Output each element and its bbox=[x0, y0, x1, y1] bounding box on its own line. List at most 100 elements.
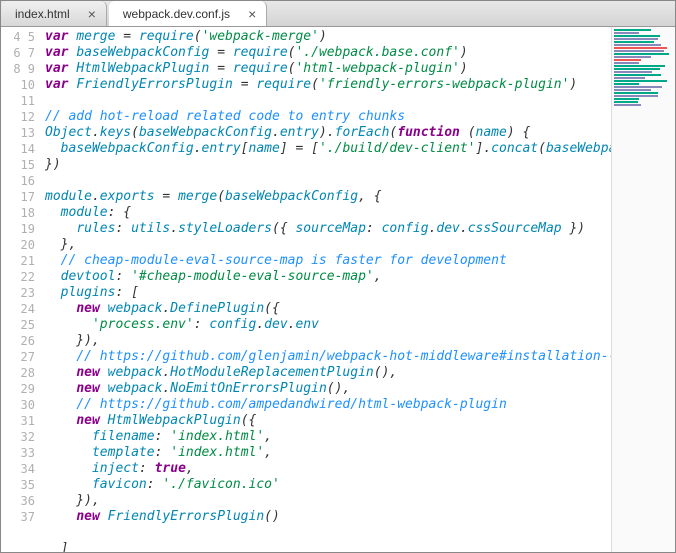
code-line[interactable]: }, bbox=[45, 237, 611, 253]
token-plain bbox=[45, 269, 61, 284]
token-plain bbox=[45, 253, 61, 268]
minimap-line bbox=[614, 50, 664, 52]
token-kw: var bbox=[45, 77, 76, 92]
code-line[interactable]: }), bbox=[45, 333, 611, 349]
code-line[interactable]: devtool: '#cheap-module-eval-source-map'… bbox=[45, 269, 611, 285]
code-line[interactable]: plugins: [ bbox=[45, 285, 611, 301]
tab-webpack-dev-conf-js[interactable]: webpack.dev.conf.js× bbox=[109, 1, 267, 26]
token-fn: entry bbox=[202, 141, 241, 156]
code-line[interactable]: // add hot-reload related code to entry … bbox=[45, 109, 611, 125]
code-line[interactable]: favicon: './favicon.ico' bbox=[45, 477, 611, 493]
minimap-line bbox=[614, 68, 660, 70]
code-line[interactable]: var FriendlyErrorsPlugin = require('frie… bbox=[45, 77, 611, 93]
code-line[interactable]: var HtmlWebpackPlugin = require('html-we… bbox=[45, 61, 611, 77]
token-p: : bbox=[115, 221, 131, 236]
code-line[interactable]: ] bbox=[45, 541, 611, 552]
code-line[interactable] bbox=[45, 173, 611, 189]
code-line[interactable]: }), bbox=[45, 493, 611, 509]
token-p: : { bbox=[108, 205, 131, 220]
tab-index-html[interactable]: index.html × bbox=[1, 1, 107, 26]
token-plain bbox=[45, 365, 76, 380]
minimap-line bbox=[614, 62, 639, 64]
code-line[interactable]: module.exports = merge(baseWebpackConfig… bbox=[45, 189, 611, 205]
token-p: ({ bbox=[241, 413, 257, 428]
code-line[interactable]: baseWebpackConfig.entry[name] = ['./buil… bbox=[45, 141, 611, 157]
token-fn: module bbox=[45, 189, 92, 204]
token-fn: inject bbox=[92, 461, 139, 476]
code-line[interactable]: var baseWebpackConfig = require('./webpa… bbox=[45, 45, 611, 61]
code-line[interactable]: filename: 'index.html', bbox=[45, 429, 611, 445]
minimap-line bbox=[614, 56, 651, 58]
token-p: . bbox=[194, 141, 202, 156]
token-fn: baseWebpackConfig bbox=[76, 45, 217, 60]
token-kw: var bbox=[45, 29, 76, 44]
token-p: }), bbox=[45, 493, 100, 508]
close-icon[interactable]: × bbox=[88, 7, 96, 21]
token-p: }), bbox=[45, 333, 100, 348]
close-icon[interactable]: × bbox=[248, 7, 256, 21]
token-fn: HtmlWebpackPlugin bbox=[76, 61, 217, 76]
token-p: ) bbox=[319, 29, 327, 44]
token-p: . bbox=[170, 221, 178, 236]
minimap-line bbox=[614, 95, 658, 97]
token-str: 'webpack-merge' bbox=[202, 29, 319, 44]
token-p: : bbox=[194, 317, 210, 332]
token-fn: webpack bbox=[108, 365, 163, 380]
token-bool: true bbox=[155, 461, 186, 476]
minimap-line bbox=[614, 89, 651, 91]
token-fn: rules bbox=[76, 221, 115, 236]
code-line[interactable]: new webpack.NoEmitOnErrorsPlugin(), bbox=[45, 381, 611, 397]
code-line[interactable]: inject: true, bbox=[45, 461, 611, 477]
token-p: , bbox=[264, 429, 272, 444]
code-line[interactable]: // https://github.com/glenjamin/webpack-… bbox=[45, 349, 611, 365]
token-p: ). bbox=[319, 125, 335, 140]
code-line[interactable]: template: 'index.html', bbox=[45, 445, 611, 461]
token-p: . bbox=[256, 317, 264, 332]
code-line[interactable]: var merge = require('webpack-merge') bbox=[45, 29, 611, 45]
token-fn: forEach bbox=[335, 125, 390, 140]
token-plain bbox=[45, 317, 92, 332]
token-fn: baseWebpackConfig bbox=[139, 125, 272, 140]
minimap-line bbox=[614, 83, 639, 85]
token-fn: exports bbox=[100, 189, 163, 204]
code-line[interactable] bbox=[45, 93, 611, 109]
minimap[interactable] bbox=[611, 27, 675, 552]
token-fn: HtmlWebpackPlugin bbox=[108, 413, 241, 428]
token-fn: merge bbox=[76, 29, 123, 44]
token-p: ( bbox=[131, 125, 139, 140]
code-line[interactable]: module: { bbox=[45, 205, 611, 221]
minimap-line bbox=[614, 53, 669, 55]
token-kw: new bbox=[76, 509, 107, 524]
token-fn: baseWebpackConfi bbox=[546, 141, 611, 156]
code-line[interactable]: Object.keys(baseWebpackConfig.entry).for… bbox=[45, 125, 611, 141]
token-p: : bbox=[155, 445, 171, 460]
token-str: 'index.html' bbox=[170, 445, 264, 460]
token-p: : [ bbox=[115, 285, 138, 300]
code-line[interactable]: }) bbox=[45, 157, 611, 173]
minimap-line bbox=[614, 29, 651, 31]
token-fn: entry bbox=[280, 125, 319, 140]
code-line[interactable]: new webpack.DefinePlugin({ bbox=[45, 301, 611, 317]
token-fn: module bbox=[61, 205, 108, 220]
code-line[interactable]: // cheap-module-eval-source-map is faste… bbox=[45, 253, 611, 269]
code-area[interactable]: var merge = require('webpack-merge')var … bbox=[43, 27, 611, 552]
code-line[interactable]: new HtmlWebpackPlugin({ bbox=[45, 413, 611, 429]
token-str: './webpack.base.conf' bbox=[295, 45, 459, 60]
token-fn: require bbox=[233, 61, 288, 76]
token-str: './favicon.ico' bbox=[162, 477, 279, 492]
tab-label: index.html bbox=[15, 7, 70, 21]
token-fn: webpack bbox=[108, 381, 163, 396]
code-line[interactable]: // https://github.com/ampedandwired/html… bbox=[45, 397, 611, 413]
token-p: . bbox=[460, 221, 468, 236]
code-line[interactable]: new webpack.HotModuleReplacementPlugin()… bbox=[45, 365, 611, 381]
token-plain bbox=[45, 221, 76, 236]
code-line[interactable]: new FriendlyErrorsPlugin() bbox=[45, 509, 611, 525]
code-line[interactable]: 'process.env': config.dev.env bbox=[45, 317, 611, 333]
token-fn: Object bbox=[45, 125, 92, 140]
minimap-line bbox=[614, 101, 638, 103]
line-gutter: 4 5 6 7 8 9 10 11 12 13 14 15 16 17 18 1… bbox=[1, 27, 43, 552]
minimap-line bbox=[614, 80, 667, 82]
token-kw: var bbox=[45, 61, 76, 76]
code-line[interactable]: rules: utils.styleLoaders({ sourceMap: c… bbox=[45, 221, 611, 237]
code-line[interactable] bbox=[45, 525, 611, 541]
